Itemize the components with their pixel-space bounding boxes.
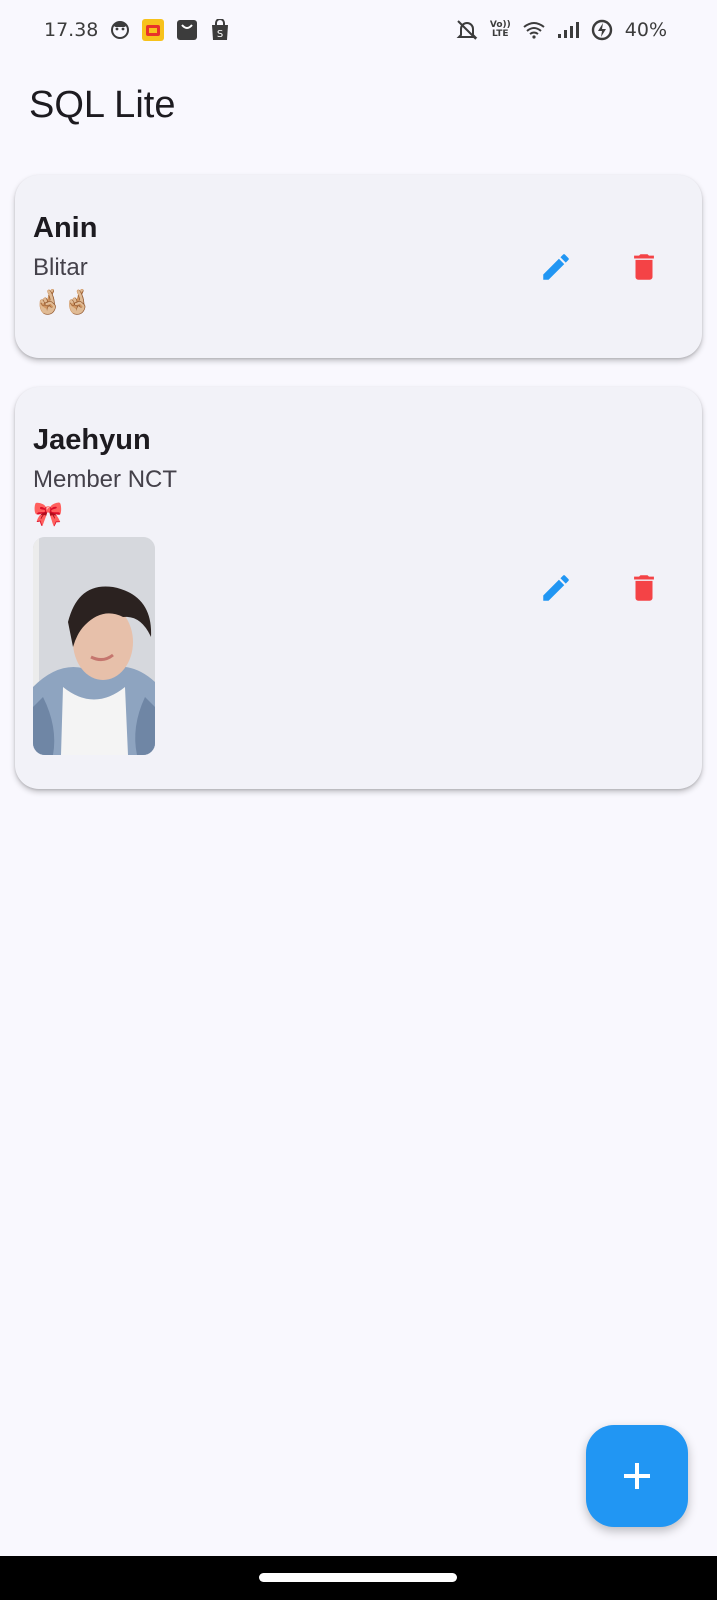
item-name: Jaehyun [33,424,151,456]
item-actions [538,249,662,285]
item-actions [538,570,662,606]
list-item-content: Anin Blitar 🤞🏼🤞🏼 [33,211,97,319]
item-subtitle: Member NCT [33,466,178,493]
volte-icon: Vo)) LTE [489,20,511,39]
pencil-icon [543,253,569,280]
list-item-content: Jaehyun Member NCT 🎀 [33,423,177,755]
page-title: SQL Lite [29,84,176,126]
item-subtitle: Blitar [33,254,88,281]
item-photo [33,537,155,755]
system-nav-bar [0,1556,717,1600]
chat-bot-icon [110,20,130,40]
signal-icon [557,21,579,39]
delete-button[interactable] [626,249,662,285]
status-bar: 17.38 S Vo)) LTE 40% [0,0,717,60]
item-emoji: 🤞🏼🤞🏼 [33,289,93,316]
trash-icon [634,253,654,280]
app-notification-icon [142,19,165,41]
edit-button[interactable] [538,249,574,285]
plus-icon [624,1463,650,1489]
delete-button[interactable] [626,570,662,606]
pencil-icon [543,575,569,601]
item-name: Anin [33,212,98,244]
home-gesture-handle[interactable] [259,1573,457,1582]
shop-icon: S [210,19,230,41]
battery-charging-icon [591,19,613,41]
item-emoji: 🎀 [33,501,63,528]
mute-bell-icon [456,19,478,41]
list-item: Anin Blitar 🤞🏼🤞🏼 [15,175,702,358]
edit-button[interactable] [538,570,574,606]
add-button[interactable] [586,1425,688,1527]
battery-percent: 40% [624,19,667,41]
status-time: 17.38 [44,19,99,41]
status-left: 17.38 S [44,19,230,41]
svg-text:S: S [217,29,223,40]
wifi-icon [523,21,545,39]
status-right: Vo)) LTE 40% [456,19,667,41]
portrait-photo-icon [33,537,155,755]
list-item: Jaehyun Member NCT 🎀 [15,387,702,789]
shopping-bag-icon [176,19,198,41]
trash-icon [634,575,654,601]
